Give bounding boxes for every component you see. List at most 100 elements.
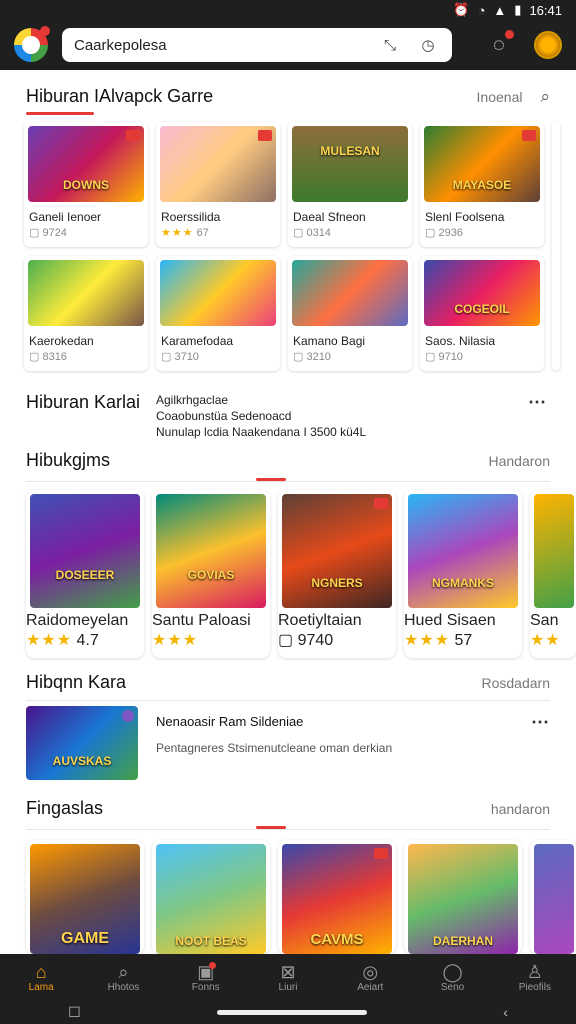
thumb-title: COGEOIL [454, 302, 510, 316]
game-card[interactable]: Kamano Bagi ▢ 3210 [288, 256, 412, 371]
game-card[interactable]: GOVIAS Santu Paloasi ★★★ [152, 490, 270, 658]
more-icon[interactable]: ⋯ [531, 706, 550, 780]
game-thumbnail [28, 260, 144, 326]
game-meta: ▢ 9740 [278, 632, 334, 649]
download-icon: ▢ [293, 351, 307, 363]
game-name: Roetiyltaian [278, 612, 362, 629]
info-line: Agilkrhgaclae [156, 393, 229, 407]
download-icon: ▢ [29, 227, 43, 239]
nav-label: Fonns [191, 981, 220, 993]
game-thumbnail: GAME [30, 844, 140, 954]
download-icon: ▢ [161, 351, 175, 363]
item-description: Pentagneres Stsimenutcleane oman derkian [156, 741, 393, 755]
section-info: Agilkrhgaclae Coaobunstüa Sedenoacd Nunu… [156, 392, 366, 440]
game-card[interactable] [530, 840, 576, 954]
nav-home[interactable]: ⌂ Lama [0, 954, 82, 1000]
game-card[interactable]: CAVMS [278, 840, 396, 954]
game-name: Raidomeyelan [26, 612, 129, 629]
nav-label: Pieofils [518, 981, 551, 993]
nav-label: Aeiart [357, 981, 384, 993]
section-title: Hibqnn Kara [26, 672, 127, 692]
nav-label: Liuri [278, 981, 298, 993]
game-card[interactable]: San ★★ [530, 490, 576, 658]
game-card[interactable]: NGNERS Roetiyltaian ▢ 9740 [278, 490, 396, 658]
game-meta: ★★★ 67 [161, 227, 209, 239]
section-link[interactable]: Rosdadarn [482, 675, 551, 691]
recents-icon[interactable]: ☐ [68, 1004, 81, 1021]
card-edge [552, 122, 560, 370]
game-name: Hued Sisaen [404, 612, 496, 629]
expand-icon[interactable]: ⤡ [378, 37, 402, 54]
nav-forms[interactable]: ▣ Fonns [165, 954, 247, 1000]
bottom-navigation: ⌂ Lama ⌕ Hhotos ▣ Fonns ⊠ Liuri ◎ Aeiart ◯ Sen… [0, 954, 576, 1000]
nav-search[interactable]: ⌕ Hhotos [82, 954, 164, 1000]
section-link[interactable]: Inoenal [477, 89, 523, 105]
game-name: San [530, 612, 559, 629]
nav-scene[interactable]: ◯ Seno [411, 954, 493, 1000]
chat-button[interactable]: ◌ [486, 30, 514, 58]
thumb-title: AUVSKAS [52, 754, 112, 768]
home-pill[interactable] [216, 1009, 367, 1015]
game-card[interactable]: Karamefodaa ▢ 3710 [156, 256, 280, 371]
game-name: Roerssilida [161, 210, 221, 224]
game-name: Santu Paloasi [152, 612, 251, 629]
game-thumbnail [292, 260, 408, 326]
search-input[interactable]: Caarkepolesa [74, 37, 364, 54]
person-icon: ♙ [526, 961, 543, 982]
nav-profile[interactable]: ♙ Pieofils [494, 954, 576, 1000]
nav-activity[interactable]: ◎ Aeiart [329, 954, 411, 1000]
list-item[interactable]: AUVSKAS Nenaoasir Ram Sildeniae Pentagne… [26, 706, 550, 780]
game-meta: ▢ 9724 [29, 227, 67, 239]
info-line: Nunulap lcdia Naakendana I 3500 kü4L [156, 425, 367, 439]
game-thumbnail: CAVMS [282, 844, 392, 954]
game-thumbnail [160, 260, 276, 326]
history-icon[interactable]: ◷ [416, 36, 440, 54]
thumb-title: MAYASOE [452, 178, 512, 192]
profile-avatar[interactable] [534, 31, 562, 59]
status-time: 16:41 [529, 2, 562, 18]
game-thumbnail [160, 126, 276, 202]
game-thumbnail: NOOT BEAS [156, 844, 266, 954]
download-icon: ▢ [293, 227, 307, 239]
thumb-title: DOWNS [63, 178, 109, 192]
game-card[interactable]: NGMANKS Hued Sisaen ★★★ 57 [404, 490, 522, 658]
game-meta: ▢ 3210 [293, 351, 331, 363]
game-card[interactable]: Kaerokedan ▢ 8316 [24, 256, 148, 371]
section-header-3: Hibukgjms Handaron [26, 450, 550, 471]
game-name: Saos. Nilasia [425, 334, 496, 348]
more-icon[interactable]: ⋯ [528, 392, 547, 413]
game-meta: ▢ 0314 [293, 227, 331, 239]
battery-icon: ▮ [514, 2, 522, 17]
game-thumbnail: MULESAN [292, 126, 408, 202]
game-card[interactable]: Roerssilida ★★★ 67 [156, 122, 280, 247]
game-meta: ★★★ [152, 632, 199, 649]
search-icon[interactable]: ⌕ [540, 87, 550, 107]
game-card[interactable]: DAERHAN [404, 840, 522, 954]
section-title: Hiburan IAlvapck Garre [26, 86, 214, 106]
thumb-title: MULESAN [320, 144, 380, 158]
nav-library[interactable]: ⊠ Liuri [247, 954, 329, 1000]
section-link[interactable]: handaron [491, 801, 550, 817]
game-name: Kaerokedan [29, 334, 94, 348]
game-card[interactable]: DOWNS Ganeli Ienoer ▢ 9724 [24, 122, 148, 247]
game-thumbnail [534, 494, 574, 608]
thumb-title: CAVMS [310, 931, 364, 948]
search-bar[interactable]: Caarkepolesa ⤡ ◷ [62, 28, 452, 62]
thumb-title: DAERHAN [433, 934, 493, 948]
game-thumbnail: NGNERS [282, 494, 392, 608]
divider [26, 700, 550, 701]
section-title: Hiburan Karlai [26, 392, 141, 412]
back-icon[interactable]: ‹ [503, 1004, 508, 1020]
game-card[interactable]: GAME [26, 840, 144, 954]
game-thumbnail: DOWNS [28, 126, 144, 202]
nav-label: Lama [28, 981, 54, 993]
game-card[interactable]: DOSEEER Raidomeyelan ★★★ 4.7 [26, 490, 144, 658]
home-icon: ⌂ [35, 961, 47, 982]
game-card[interactable]: MULESAN Daeal Sfneon ▢ 0314 [288, 122, 412, 247]
game-card[interactable]: COGEOIL Saos. Nilasia ▢ 9710 [420, 256, 544, 371]
game-card[interactable]: NOOT BEAS [152, 840, 270, 954]
app-logo[interactable] [14, 26, 50, 62]
download-icon: ▢ [425, 227, 439, 239]
game-card[interactable]: MAYASOE Slenl Foolsena ▢ 2936 [420, 122, 544, 247]
section-link[interactable]: Handaron [489, 453, 551, 469]
